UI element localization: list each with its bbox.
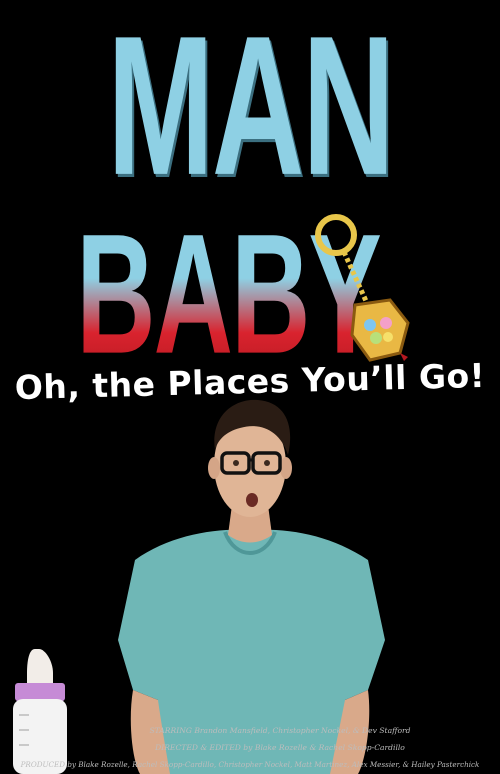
man-baby-figure	[118, 399, 385, 774]
movie-poster: MAN BABY Oh, the Places You’ll Go! STARR…	[0, 0, 500, 774]
credits-directed: DIRECTED & EDITED by Blake Rozelle & Rac…	[155, 743, 405, 752]
credits-starring: STARRING Brandon Mansfield, Christopher …	[149, 726, 411, 735]
baby-bottle-icon	[13, 649, 67, 774]
credits-produced: PRODUCED by Blake Rozelle, Rachel Skopp-…	[20, 760, 480, 769]
